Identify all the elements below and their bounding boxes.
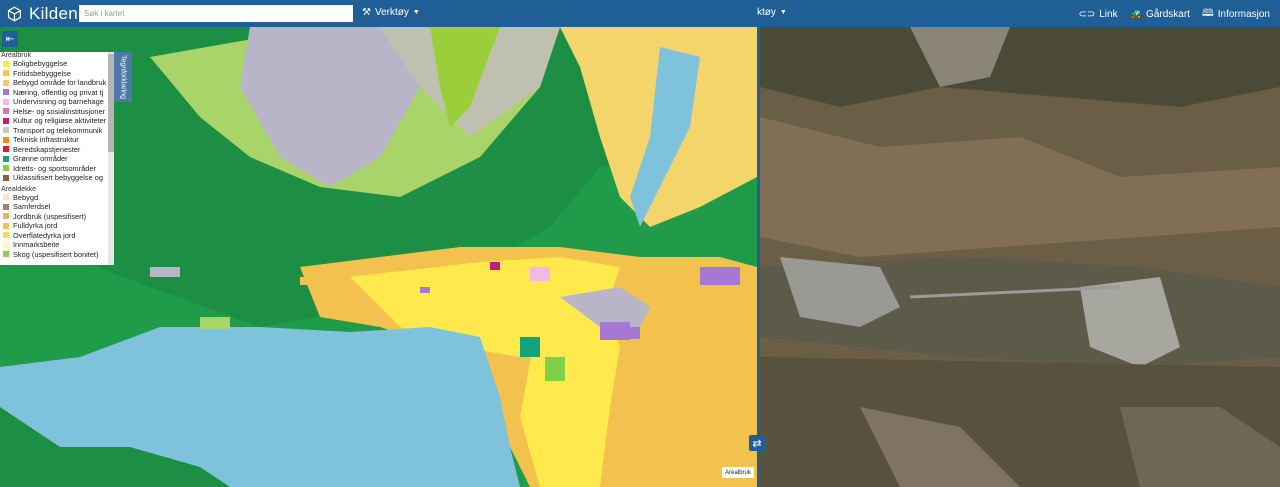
legend-swatch [3, 251, 9, 258]
legend-swatch [3, 165, 9, 172]
legend-item: Beredskapstjenester [0, 145, 114, 155]
legend-swatch [3, 127, 9, 134]
legend-item-label: Beredskapstjenester [13, 144, 81, 154]
legend-swatch [3, 89, 9, 96]
legend-item-label: Innmarksbeite [13, 240, 60, 250]
legend-item: Næring, offentlig og privat tj [0, 88, 114, 98]
informasjon-button[interactable]: 🕮 Informasjon [1202, 6, 1270, 23]
legend-swatch [3, 194, 9, 201]
legend-swatch [3, 70, 9, 77]
legend-item: Bebygd [0, 193, 114, 203]
legend-item-label: Grønne områder [13, 154, 68, 164]
link-icon: ⊂⊃ [1078, 9, 1096, 20]
legend-item: Fulldyrka jord [0, 221, 114, 231]
legend-item: Uklassifisert bebyggelse og [0, 173, 114, 183]
legend-swatch [3, 155, 9, 162]
legend-item: Fritidsbebyggelse [0, 69, 114, 79]
legend-swatch [3, 117, 9, 124]
book-icon: 🕮 [1201, 8, 1214, 19]
legend-list-arealdekke: Bebygd Samferdsel Jordbruk (uspesifisert) F… [0, 193, 114, 260]
legend-item: Boligbebyggelse [0, 59, 114, 69]
swap-maps-button[interactable]: ⇄ [749, 435, 765, 451]
top-bar: Kilden ⚒ Verktøy ▼ ktøy ▼ ⊂⊃ Link 🚜 Gård… [0, 0, 1280, 27]
chevron-down-icon: ▼ [779, 9, 787, 16]
legend-swatch [3, 108, 9, 115]
tools-label: Verktøy [374, 7, 409, 18]
link-button[interactable]: ⊂⊃ Link [1078, 6, 1117, 23]
legend-item-label: Idretts- og sportsområder [13, 163, 96, 173]
legend-item-label: Helse- og sosialinstitusjoner [13, 106, 106, 116]
legend-item: Transport og telekommunik [0, 126, 114, 136]
tractor-icon: 🚜 [1129, 9, 1143, 20]
legend-item: Samferdsel [0, 202, 114, 212]
legend-item-label: Jordbruk (uspesifisert) [13, 211, 87, 221]
legend-swatch [3, 136, 9, 143]
legend-item: Grønne områder [0, 154, 114, 164]
legend-item: Teknisk infrastruktur [0, 135, 114, 145]
legend-swatch [3, 174, 9, 181]
legend-item-label: Undervisning og barnehage [13, 97, 104, 107]
legend-item: Overflatedyrka jord [0, 231, 114, 241]
legend-swatch [3, 213, 9, 220]
legend-tab[interactable]: Tegnforklaring [114, 52, 132, 102]
legend-item-label: Boligbebyggelse [13, 59, 68, 69]
layer-tag: Arealbruk [722, 467, 754, 478]
legend-swatch [3, 232, 9, 239]
legend-item: Jordbruk (uspesifisert) [0, 212, 114, 222]
legend-item: Idretts- og sportsområder [0, 164, 114, 174]
legend-item-label: Teknisk infrastruktur [13, 135, 79, 145]
legend-item-label: Kultur og religiøse aktiviteter [13, 116, 107, 126]
search-input[interactable] [79, 5, 353, 22]
chevron-down-icon: ▼ [412, 9, 420, 16]
legend-item: Innmarksbeite [0, 240, 114, 250]
legend-item: Undervisning og barnehage [0, 97, 114, 107]
legend-section-arealdekke: Arealdekke [1, 185, 37, 193]
legend-item: Bebygd område for landbruk [0, 78, 114, 88]
gardskart-label: Gårdskart [1146, 9, 1190, 20]
legend-item-label: Bebygd [13, 192, 39, 202]
map-tools-menu[interactable]: ktøy ▼ [757, 7, 787, 18]
legend-item-label: Overflatedyrka jord [13, 230, 76, 240]
app-name: Kilden [28, 3, 78, 23]
gardskart-button[interactable]: 🚜 Gårdskart [1130, 6, 1190, 23]
map-aerial[interactable] [760, 27, 1280, 487]
legend-item-label: Transport og telekommunik [13, 125, 103, 135]
legend-swatch [3, 146, 9, 153]
tools-menu[interactable]: ⚒ Verktøy ▼ [362, 7, 420, 18]
legend-panel: Arealbruk Boligbebyggelse Fritidsbebyggel… [0, 52, 114, 265]
legend-item-label: Skog (uspesifisert bonitet) [13, 249, 99, 259]
legend-item: Kultur og religiøse aktiviteter [0, 116, 114, 126]
legend-item-label: Fulldyrka jord [13, 221, 58, 231]
map-tools-label: ktøy [757, 7, 776, 18]
legend-swatch [3, 79, 9, 86]
aerial-map-graphic [760, 27, 1280, 487]
legend-swatch [3, 222, 9, 229]
legend-swatch [3, 98, 9, 105]
legend-item-label: Bebygd område for landbruk [13, 78, 107, 88]
informasjon-label: Informasjon [1217, 9, 1270, 20]
logo[interactable]: Kilden [6, 4, 78, 24]
legend-item: Helse- og sosialinstitusjoner [0, 107, 114, 117]
tools-icon: ⚒ [362, 7, 371, 18]
collapse-panel-button[interactable]: ⇤ [2, 31, 18, 47]
legend-item-label: Samferdsel [13, 202, 51, 212]
link-label: Link [1099, 9, 1118, 20]
legend-item-label: Næring, offentlig og privat tj [13, 87, 104, 97]
legend-swatch [3, 203, 9, 210]
legend-swatch [3, 241, 9, 248]
legend-item: Skog (uspesifisert bonitet) [0, 250, 114, 260]
legend-list-arealbruk: Boligbebyggelse Fritidsbebyggelse Bebygd o… [0, 59, 114, 183]
legend-swatch [3, 60, 9, 67]
legend-item-label: Uklassifisert bebyggelse og [13, 173, 103, 183]
header-links: ⊂⊃ Link 🚜 Gårdskart 🕮 Informasjon [1078, 6, 1270, 23]
legend-section-arealbruk: Arealbruk [1, 52, 31, 59]
cube-icon [7, 6, 21, 21]
legend-item-label: Fritidsbebyggelse [13, 68, 71, 78]
